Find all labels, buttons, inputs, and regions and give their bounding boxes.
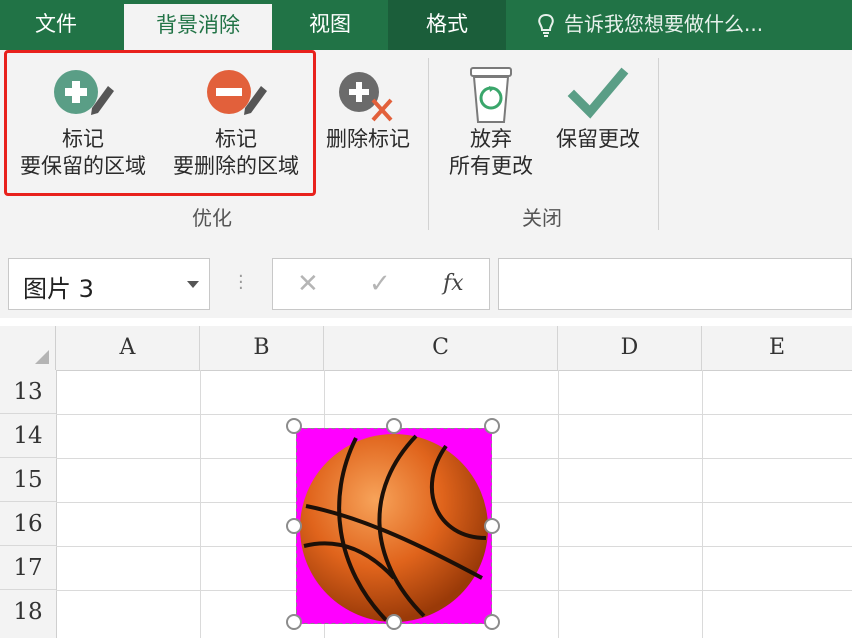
resize-handle[interactable] (386, 614, 402, 630)
column-header[interactable]: C (324, 326, 558, 370)
tab-file[interactable]: 文件 (0, 0, 112, 50)
resize-handle[interactable] (286, 518, 302, 534)
delete-mark-label: 删除标记 (326, 127, 410, 151)
delete-mark-icon (339, 72, 393, 122)
keep-changes-button[interactable]: 保留更改 (546, 64, 650, 153)
mark-areas-to-remove-button[interactable]: 标记 要删除的区域 (162, 64, 310, 180)
row-header-bar: 13 14 15 16 17 18 (0, 370, 57, 638)
grid-line (56, 414, 852, 415)
row-header[interactable]: 15 (0, 458, 56, 502)
group-label-refine: 优化 (192, 206, 232, 230)
column-header[interactable]: D (558, 326, 702, 370)
group-separator (658, 58, 659, 230)
mark-keep-label-1: 标记 (62, 127, 104, 151)
cancel-icon[interactable]: ✕ (297, 269, 319, 299)
grid-line (200, 370, 201, 638)
resize-handle[interactable] (286, 418, 302, 434)
basketball-image (296, 428, 492, 624)
select-all-button[interactable] (0, 326, 56, 370)
formula-bar: 图片 3 · · · ✕ ✓ fx (0, 238, 852, 318)
column-header[interactable]: A (56, 326, 200, 370)
checkmark-icon (567, 67, 629, 119)
row-header[interactable]: 16 (0, 502, 56, 546)
name-box-value: 图片 3 (23, 275, 94, 303)
discard-all-changes-button[interactable]: 放弃 所有更改 (436, 64, 546, 180)
plus-pen-icon (54, 70, 114, 115)
formula-buttons: ✕ ✓ fx (272, 258, 490, 310)
ribbon-tab-bar: 文件 背景消除 视图 格式 告诉我您想要做什么... (0, 0, 852, 50)
resize-handle[interactable] (484, 518, 500, 534)
row-header[interactable]: 17 (0, 546, 56, 590)
minus-pen-icon (207, 70, 267, 115)
tab-background-removal[interactable]: 背景消除 (124, 4, 272, 50)
lightbulb-icon (538, 13, 554, 37)
tell-me-search[interactable]: 告诉我您想要做什么... (536, 0, 763, 50)
row-header[interactable]: 18 (0, 590, 56, 634)
resize-handle[interactable] (386, 418, 402, 434)
mark-keep-label-2: 要保留的区域 (20, 154, 146, 178)
insert-function-icon[interactable]: fx (443, 271, 464, 296)
discard-label-1: 放弃 (470, 127, 512, 151)
discard-label-2: 所有更改 (449, 154, 533, 178)
mark-remove-label-2: 要删除的区域 (173, 154, 299, 178)
chevron-down-icon[interactable] (187, 281, 199, 288)
mark-areas-to-keep-button[interactable]: 标记 要保留的区域 (10, 64, 156, 180)
column-header[interactable]: B (200, 326, 324, 370)
row-header[interactable]: 13 (0, 370, 56, 414)
tab-format[interactable]: 格式 (388, 0, 506, 50)
grid-line (702, 370, 703, 638)
row-header[interactable]: 14 (0, 414, 56, 458)
ribbon-panel: 标记 要保留的区域 标记 要删除的区域 删除标记 放弃 所有更改 保留更改 优化… (0, 50, 852, 239)
formula-input[interactable] (498, 258, 852, 310)
resize-handle[interactable] (484, 418, 500, 434)
recycle-bin-icon (470, 67, 512, 123)
group-label-close: 关闭 (522, 206, 562, 230)
resize-handle[interactable] (286, 614, 302, 630)
mark-remove-label-1: 标记 (215, 127, 257, 151)
resize-handle-icon[interactable]: · · · (238, 268, 244, 298)
resize-handle[interactable] (484, 614, 500, 630)
name-box[interactable]: 图片 3 (8, 258, 210, 310)
tab-view[interactable]: 视图 (278, 0, 382, 50)
tell-me-text: 告诉我您想要做什么... (564, 12, 764, 36)
group-separator (428, 58, 429, 230)
enter-icon[interactable]: ✓ (369, 269, 391, 299)
keep-changes-label: 保留更改 (556, 127, 640, 151)
delete-mark-button[interactable]: 删除标记 (316, 64, 420, 153)
selected-picture[interactable] (286, 418, 500, 630)
grid-line (558, 370, 559, 638)
column-header-bar: A B C D E (0, 326, 852, 371)
column-header[interactable]: E (702, 326, 852, 370)
